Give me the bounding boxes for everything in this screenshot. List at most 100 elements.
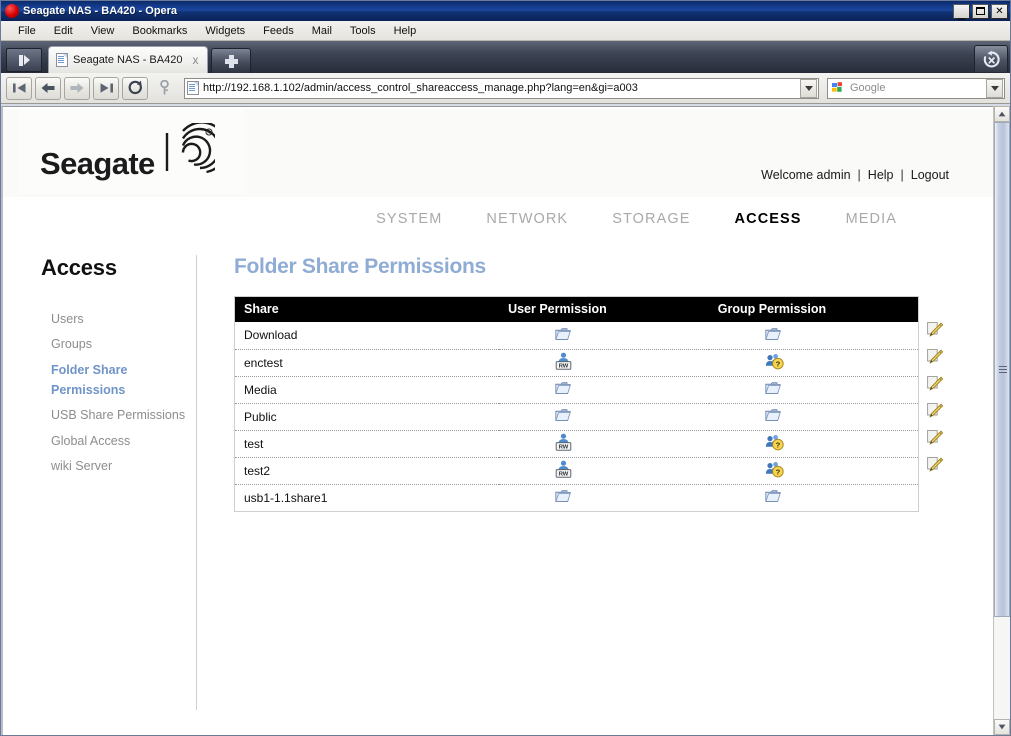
rewind-button[interactable] (6, 76, 32, 100)
folder-icon[interactable] (765, 408, 781, 425)
scrollbar-thumb[interactable] (994, 122, 1010, 617)
pencil-edit-icon[interactable] (926, 375, 944, 398)
table-row: Download (234, 322, 919, 350)
sidebar-item-global-access[interactable]: Global Access (19, 429, 197, 454)
edit-share-button[interactable] (924, 319, 946, 346)
logout-link[interactable]: Logout (911, 168, 949, 182)
folder-icon[interactable] (765, 489, 781, 506)
edit-placeholder (924, 481, 946, 508)
menu-item-edit[interactable]: Edit (45, 23, 82, 39)
svg-text:RW: RW (559, 363, 569, 369)
nav-tab-system[interactable]: SYSTEM (354, 211, 464, 227)
group-question-icon[interactable]: ? (765, 461, 784, 481)
maximize-icon (976, 6, 985, 15)
edit-share-button[interactable] (924, 373, 946, 400)
cell-group-permission (709, 484, 919, 511)
table-body: Download enctest RW ? Media Public test … (234, 322, 919, 511)
cell-share-name: enctest (234, 349, 500, 377)
menu-item-tools[interactable]: Tools (341, 23, 385, 39)
maximize-button[interactable] (972, 3, 989, 19)
address-bar[interactable]: http://192.168.1.102/admin/access_contro… (184, 77, 819, 99)
forward-button[interactable] (64, 76, 90, 100)
back-button[interactable] (35, 76, 61, 100)
svg-text:RW: RW (559, 471, 569, 477)
folder-icon[interactable] (555, 408, 571, 425)
table-row: usb1-1.1share1 (235, 484, 919, 511)
folder-icon[interactable] (555, 489, 571, 506)
nav-tab-storage[interactable]: STORAGE (590, 211, 712, 227)
browser-tab[interactable]: Seagate NAS - BA420 x (48, 46, 209, 73)
column-header-group-permission: Group Permission (708, 296, 919, 322)
cell-user-permission (499, 484, 709, 511)
folder-share-permissions-table: Share User Permission Group Permission D… (234, 296, 919, 512)
nav-tab-media[interactable]: MEDIA (824, 211, 919, 227)
group-question-icon[interactable]: ? (765, 434, 784, 454)
pencil-edit-icon[interactable] (926, 429, 944, 452)
edit-share-button[interactable] (924, 346, 946, 373)
nav-tab-access[interactable]: ACCESS (713, 211, 824, 227)
nav-tab-network[interactable]: NETWORK (464, 211, 590, 227)
minimize-button[interactable]: _ (953, 3, 970, 20)
scrollbar-track[interactable] (994, 617, 1010, 719)
pencil-edit-icon[interactable] (926, 321, 944, 344)
sidebar-item-folder-share-permissions[interactable]: Folder Share Permissions (19, 358, 169, 404)
user-rw-icon[interactable]: RW (555, 460, 572, 481)
address-dropdown-button[interactable] (800, 78, 817, 98)
edit-share-button[interactable] (924, 400, 946, 427)
search-engine-dropdown-button[interactable] (986, 78, 1003, 98)
minimize-icon: _ (957, 4, 966, 20)
cell-user-permission (499, 403, 709, 431)
primary-nav: SYSTEM NETWORK STORAGE ACCESS MEDIA (19, 197, 967, 241)
menu-bar: File Edit View Bookmarks Widgets Feeds M… (1, 21, 1010, 41)
seagate-wave-icon: R (153, 122, 215, 181)
svg-text:?: ? (775, 440, 780, 449)
pencil-edit-icon[interactable] (926, 456, 944, 479)
scroll-down-button[interactable] (994, 719, 1010, 735)
reload-button[interactable] (122, 76, 148, 100)
panels-toggle-button[interactable] (6, 48, 42, 72)
cell-group-permission (708, 322, 919, 350)
pencil-edit-icon[interactable] (926, 402, 944, 425)
menu-item-help[interactable]: Help (385, 23, 426, 39)
table-header: Share User Permission Group Permission (234, 296, 919, 322)
table-row: test RW ? (234, 430, 919, 458)
browser-window: Seagate NAS - BA420 - Opera _ ✕ File Edi… (0, 0, 1011, 736)
sidebar-item-wiki-server[interactable]: wiki Server (19, 454, 197, 479)
separator: | (900, 168, 904, 182)
menu-item-file[interactable]: File (9, 23, 45, 39)
menu-item-bookmarks[interactable]: Bookmarks (123, 23, 196, 39)
user-rw-icon[interactable]: RW (555, 352, 572, 373)
menu-item-feeds[interactable]: Feeds (254, 23, 303, 39)
help-link[interactable]: Help (868, 168, 894, 182)
pencil-edit-icon[interactable] (926, 348, 944, 371)
folder-icon[interactable] (555, 381, 571, 398)
fast-forward-button[interactable] (93, 76, 119, 100)
new-tab-button[interactable] (211, 48, 252, 73)
tab-close-icon[interactable]: x (187, 53, 203, 67)
edit-share-button[interactable] (924, 427, 946, 454)
main-panel: Folder Share Permissions Share User Perm… (197, 241, 993, 512)
search-field[interactable]: Google (827, 77, 1005, 99)
close-button[interactable]: ✕ (991, 3, 1008, 19)
folder-icon[interactable] (555, 327, 571, 344)
seagate-logo: Seagate R (19, 109, 244, 194)
sidebar-item-usb-share-permissions[interactable]: USB Share Permissions (19, 403, 197, 428)
sidebar-item-groups[interactable]: Groups (19, 332, 197, 357)
window-controls: _ ✕ (953, 3, 1008, 20)
wand-button[interactable] (151, 77, 177, 100)
menu-item-view[interactable]: View (82, 23, 124, 39)
chevron-down-icon (990, 85, 999, 91)
user-rw-icon[interactable]: RW (555, 433, 572, 454)
navigation-toolbar: http://192.168.1.102/admin/access_contro… (1, 73, 1010, 104)
scroll-up-button[interactable] (994, 106, 1010, 122)
folder-icon[interactable] (765, 327, 781, 344)
edit-share-button[interactable] (924, 454, 946, 481)
page-scrollbar[interactable] (993, 106, 1010, 735)
folder-icon[interactable] (765, 381, 781, 398)
menu-item-widgets[interactable]: Widgets (196, 23, 254, 39)
sidebar-title: Access (41, 255, 117, 280)
closed-tabs-trash-button[interactable] (974, 45, 1008, 72)
menu-item-mail[interactable]: Mail (303, 23, 341, 39)
group-question-icon[interactable]: ? (765, 353, 784, 373)
sidebar-item-users[interactable]: Users (19, 307, 197, 332)
